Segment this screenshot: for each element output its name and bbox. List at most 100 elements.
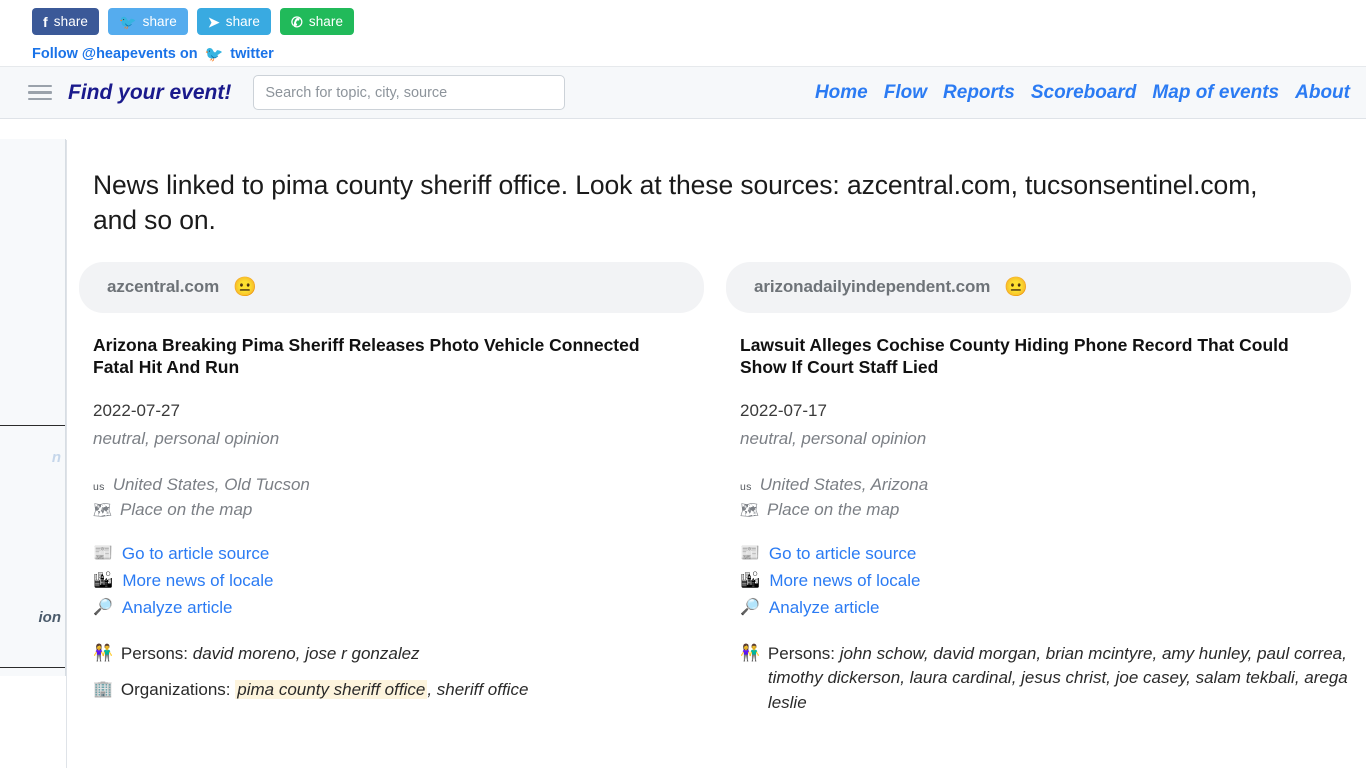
cityscape-icon: 🏙 (93, 571, 114, 589)
article-card: azcentral.com 😐 Arizona Breaking Pima Sh… (79, 261, 704, 728)
hamburger-bar (28, 91, 52, 94)
main-content: News linked to pima county sheriff offic… (66, 140, 1366, 768)
persons-row: 👫 Persons: john schow, david morgan, bri… (740, 642, 1351, 716)
panel-divider (0, 425, 65, 426)
organization-highlighted: pima county sheriff office (235, 680, 428, 700)
share-button-facebook[interactable]: f share (32, 8, 100, 35)
organizations-values-rest: , sheriff office (427, 680, 529, 700)
neutral-face-icon: 😐 (1004, 276, 1028, 298)
offcanvas-side-panel[interactable]: n ion (0, 139, 66, 676)
share-button-whatsapp[interactable]: ✆ share (280, 8, 355, 35)
magnifier-icon: 🔎 (93, 598, 113, 616)
persons-label: Persons: (767, 643, 836, 663)
article-card: arizonadailyindependent.com 😐 Lawsuit Al… (726, 261, 1351, 728)
link-label[interactable]: Go to article source (769, 544, 916, 564)
article-location-row: us United States, Arizona (740, 475, 1351, 495)
link-label[interactable]: Analyze article (122, 598, 233, 618)
page-title: News linked to pima county sheriff offic… (93, 170, 1258, 235)
nav-link-scoreboard[interactable]: Scoreboard (1031, 82, 1137, 104)
follow-on-twitter-link[interactable]: Follow @heapevents on 🐦 twitter (0, 35, 1366, 63)
people-icon: 👫 (740, 644, 760, 662)
nav-link-reports[interactable]: Reports (943, 82, 1015, 104)
site-brand-title[interactable]: Find your event! (68, 81, 231, 105)
link-label[interactable]: More news of locale (122, 571, 273, 591)
organizations-row: 🏢 Organizations: pima county sheriff off… (93, 678, 704, 703)
article-title[interactable]: Arizona Breaking Pima Sheriff Releases P… (93, 334, 683, 379)
persons-row: 👫 Persons: david moreno, jose r gonzalez (93, 642, 704, 667)
article-location-row: us United States, Old Tucson (93, 475, 704, 495)
organizations-label: Organizations: (120, 680, 231, 700)
hamburger-menu-icon[interactable] (28, 83, 54, 103)
cityscape-icon: 🏙 (740, 571, 761, 589)
article-tone: neutral, personal opinion (93, 428, 280, 448)
persons-values: john schow, david morgan, brian mcintyre… (767, 643, 1348, 712)
link-more-news-of-locale[interactable]: 🏙 More news of locale (93, 571, 704, 591)
article-date: 2022-07-17 (740, 400, 827, 420)
article-action-links: 📰 Go to article source 🏙 More news of lo… (740, 544, 1351, 618)
panel-divider (0, 667, 65, 668)
share-button-twitter[interactable]: 🐦 share (108, 8, 188, 35)
share-button-label: share (53, 13, 89, 29)
social-share-bar: f share 🐦 share ➤ share ✆ share (0, 0, 1366, 35)
source-name: azcentral.com (107, 277, 220, 297)
country-flag-icon: us (93, 480, 105, 493)
office-building-icon: 🏢 (93, 681, 113, 699)
neutral-face-icon: 😐 (233, 276, 257, 298)
source-pill[interactable]: arizonadailyindependent.com 😐 (726, 261, 1351, 313)
article-location-text: United States, Arizona (759, 474, 929, 494)
share-button-label: share (308, 13, 344, 29)
search-input[interactable] (253, 75, 566, 110)
nav-link-about[interactable]: About (1295, 82, 1350, 104)
nav-link-home[interactable]: Home (815, 82, 868, 104)
nav-link-flow[interactable]: Flow (884, 82, 927, 104)
follow-network-label: twitter (230, 45, 274, 62)
hamburger-bar (28, 84, 52, 88)
article-action-links: 📰 Go to article source 🏙 More news of lo… (93, 544, 704, 618)
share-button-label: share (225, 13, 260, 29)
article-tone: neutral, personal opinion (740, 428, 927, 448)
panel-fragment-faint: n (51, 449, 61, 466)
facebook-icon: f (43, 13, 48, 30)
newspaper-icon: 📰 (740, 544, 760, 562)
telegram-paperplane-icon: ➤ (207, 13, 220, 30)
twitter-bird-icon: 🐦 (119, 13, 137, 30)
article-entities: 👫 Persons: john schow, david morgan, bri… (740, 642, 1351, 716)
whatsapp-phone-icon: ✆ (291, 13, 303, 30)
place-on-map-label[interactable]: Place on the map (120, 500, 252, 520)
place-on-map-label[interactable]: Place on the map (767, 500, 899, 520)
people-icon: 👫 (93, 644, 113, 662)
newspaper-icon: 📰 (93, 544, 113, 562)
hamburger-bar (28, 97, 52, 101)
source-name: arizonadailyindependent.com (754, 277, 991, 297)
article-location-block: us United States, Arizona 🗺 Place on the… (740, 475, 1351, 520)
persons-values: david moreno, jose r gonzalez (192, 643, 420, 663)
main-navbar: Find your event! Home Flow Reports Score… (0, 66, 1366, 119)
article-card-list: azcentral.com 😐 Arizona Breaking Pima Sh… (67, 238, 1366, 728)
primary-nav: Home Flow Reports Scoreboard Map of even… (815, 82, 1350, 104)
link-label[interactable]: Go to article source (122, 544, 269, 564)
nav-link-map-of-events[interactable]: Map of events (1152, 82, 1279, 104)
article-location-block: us United States, Old Tucson 🗺 Place on … (93, 475, 704, 520)
link-label[interactable]: More news of locale (769, 571, 920, 591)
article-location-text: United States, Old Tucson (112, 474, 310, 494)
persons-label: Persons: (120, 643, 189, 663)
country-flag-icon: us (740, 480, 752, 493)
place-on-map-row[interactable]: 🗺 Place on the map (740, 500, 1351, 520)
map-icon: 🗺 (740, 501, 760, 519)
link-analyze-article[interactable]: 🔎 Analyze article (93, 598, 704, 618)
link-go-to-article-source[interactable]: 📰 Go to article source (740, 544, 1351, 564)
link-analyze-article[interactable]: 🔎 Analyze article (740, 598, 1351, 618)
place-on-map-row[interactable]: 🗺 Place on the map (93, 500, 704, 520)
magnifier-icon: 🔎 (740, 598, 760, 616)
link-go-to-article-source[interactable]: 📰 Go to article source (93, 544, 704, 564)
article-title[interactable]: Lawsuit Alleges Cochise County Hiding Ph… (740, 334, 1330, 379)
share-button-label: share (142, 13, 177, 29)
source-pill[interactable]: azcentral.com 😐 (79, 261, 704, 313)
map-icon: 🗺 (93, 501, 113, 519)
article-entities: 👫 Persons: david moreno, jose r gonzalez… (93, 642, 704, 703)
share-button-telegram[interactable]: ➤ share (196, 8, 271, 35)
panel-fragment-strong: ion (38, 609, 62, 626)
link-more-news-of-locale[interactable]: 🏙 More news of locale (740, 571, 1351, 591)
link-label[interactable]: Analyze article (769, 598, 880, 618)
article-date: 2022-07-27 (93, 400, 180, 420)
